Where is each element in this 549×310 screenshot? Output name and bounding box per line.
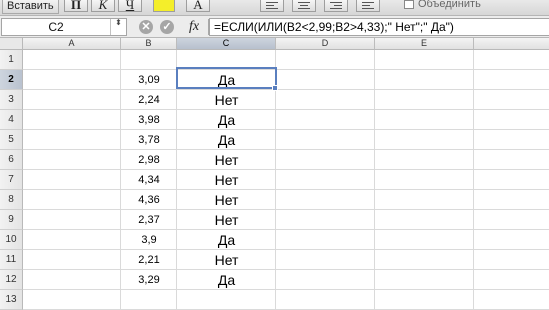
merge-cells-control[interactable]: Объединить [404, 0, 481, 12]
increase-indent-button[interactable] [356, 0, 380, 12]
spreadsheet-grid[interactable]: A B C D E 1 2 3,09 Да 3 2,24 Нет 4 3,98 Да 5 3,78 Да 6 2,98… [0, 38, 549, 310]
row-header-2[interactable]: 2 [0, 70, 23, 90]
row-gridline [23, 169, 549, 170]
row-header-8[interactable]: 8 [0, 190, 23, 210]
formula-bar: C2 ⬍ ✕ ✓ fx =ЕСЛИ(ИЛИ(B2<2,99;B2>4,33);"… [0, 16, 549, 38]
cell-b5[interactable]: 3,78 [121, 130, 177, 150]
name-box-stepper-icon[interactable]: ⬍ [110, 19, 126, 35]
align-left-button[interactable] [260, 0, 284, 12]
confirm-icon[interactable]: ✓ [160, 20, 174, 34]
row-header-12[interactable]: 12 [0, 270, 23, 290]
row-gridline [23, 209, 549, 210]
cell-b2[interactable]: 3,09 [121, 70, 177, 90]
insert-function-icon[interactable]: fx [181, 18, 207, 36]
row-gridline [23, 89, 549, 90]
row-gridline [23, 269, 549, 270]
fill-color-button[interactable] [153, 0, 175, 12]
active-cell-selection[interactable] [176, 67, 277, 89]
row-header-13[interactable]: 13 [0, 290, 23, 310]
font-color-button[interactable]: A [186, 0, 210, 12]
cell-b6[interactable]: 2,98 [121, 150, 177, 170]
cell-c11[interactable]: Нет [177, 250, 276, 270]
cell-c6[interactable]: Нет [177, 150, 276, 170]
name-box-value: C2 [48, 20, 64, 34]
row-header-7[interactable]: 7 [0, 170, 23, 190]
row-header-9[interactable]: 9 [0, 210, 23, 230]
column-header-a[interactable]: A [23, 38, 121, 50]
cancel-icon[interactable]: ✕ [139, 20, 153, 34]
cell-c4[interactable]: Да [177, 110, 276, 130]
cell-b11[interactable]: 2,21 [121, 250, 177, 270]
row-header-3[interactable]: 3 [0, 90, 23, 110]
cell-c3[interactable]: Нет [177, 90, 276, 110]
formula-input[interactable]: =ЕСЛИ(ИЛИ(B2<2,99;B2>4,33);" Нет";" Да") [209, 18, 549, 36]
cell-c5[interactable]: Да [177, 130, 276, 150]
underline-button[interactable]: Ч [118, 0, 142, 12]
row-header-10[interactable]: 10 [0, 230, 23, 250]
column-header-e[interactable]: E [375, 38, 474, 50]
cell-b7[interactable]: 4,34 [121, 170, 177, 190]
row-gridline [23, 109, 549, 110]
cell-c9[interactable]: Нет [177, 210, 276, 230]
cell-c7[interactable]: Нет [177, 170, 276, 190]
cell-b4[interactable]: 3,98 [121, 110, 177, 130]
paste-button[interactable]: Вставить [2, 0, 59, 14]
select-all-corner[interactable] [0, 38, 23, 50]
cell-b12[interactable]: 3,29 [121, 270, 177, 290]
row-gridline [23, 289, 549, 290]
name-box[interactable]: C2 ⬍ [1, 18, 127, 36]
cell-b9[interactable]: 2,37 [121, 210, 177, 230]
cell-c10[interactable]: Да [177, 230, 276, 250]
row-gridline [23, 189, 549, 190]
merge-label: Объединить [418, 0, 481, 10]
cell-b3[interactable]: 2,24 [121, 90, 177, 110]
row-header-5[interactable]: 5 [0, 130, 23, 150]
cell-b10[interactable]: 3,9 [121, 230, 177, 250]
column-header-b[interactable]: B [121, 38, 177, 50]
cell-c12[interactable]: Да [177, 270, 276, 290]
row-gridline [23, 69, 549, 70]
row-header-1[interactable]: 1 [0, 50, 23, 70]
bold-button[interactable]: П [64, 0, 88, 12]
row-gridline [23, 229, 549, 230]
fill-handle[interactable] [272, 85, 278, 91]
row-gridline [23, 149, 549, 150]
align-center-button[interactable] [292, 0, 316, 12]
column-header-next[interactable] [474, 38, 549, 50]
row-header-11[interactable]: 11 [0, 250, 23, 270]
decrease-indent-button[interactable] [324, 0, 348, 12]
row-header-6[interactable]: 6 [0, 150, 23, 170]
cell-c8[interactable]: Нет [177, 190, 276, 210]
italic-button[interactable]: К [91, 0, 115, 12]
cell-b8[interactable]: 4,36 [121, 190, 177, 210]
column-header-c[interactable]: C [177, 38, 276, 50]
row-gridline [23, 129, 549, 130]
row-header-4[interactable]: 4 [0, 110, 23, 130]
ribbon-toolbar: Вставить П К Ч A Объединить [0, 0, 549, 16]
merge-checkbox[interactable] [404, 0, 414, 9]
column-header-d[interactable]: D [276, 38, 375, 50]
row-gridline [23, 249, 549, 250]
